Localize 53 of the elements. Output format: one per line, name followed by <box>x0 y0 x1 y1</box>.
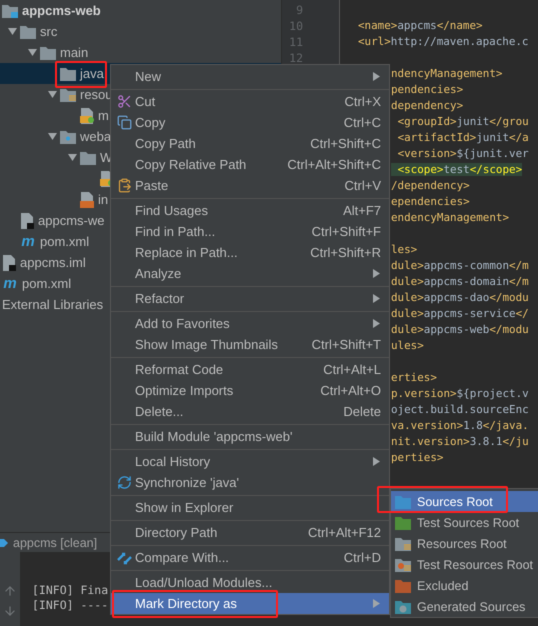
code-line: pendencies> <box>391 83 464 96</box>
code-line: dule>appcms-web</modu <box>391 323 529 336</box>
shortcut-label: Ctrl+Alt+O <box>320 383 381 398</box>
code-line: ndencyManagement> <box>391 67 502 80</box>
shortcut-label: Ctrl+D <box>344 550 381 565</box>
code-line: /dependency> <box>391 179 470 192</box>
code-line: dule>appcms-common</m <box>391 259 529 272</box>
code-line: oject.build.sourceEnc <box>391 403 529 416</box>
code-line: perties> <box>391 451 444 464</box>
code-line: dependency> <box>391 99 464 112</box>
tree-item-label: in <box>98 192 108 207</box>
maven-icon: m <box>20 234 36 250</box>
shortcut-label: Ctrl+C <box>344 115 381 130</box>
code-line: <groupId>junit</grou <box>396 115 529 128</box>
code-line: erties> <box>391 371 437 384</box>
tree-item-label: java <box>80 66 104 81</box>
tree-item-label: pom.xml <box>40 234 90 249</box>
tree-item-label: m <box>98 108 109 123</box>
shortcut-label: Alt+F7 <box>343 203 381 218</box>
shortcut-label: Ctrl+Alt+Shift+C <box>287 157 381 172</box>
code-line: endencyManagement> <box>391 211 510 224</box>
code-line: dule>appcms-dao</modu <box>391 291 529 304</box>
shortcut-label: Ctrl+X <box>344 94 381 109</box>
code-line: <version>${junit.ver <box>396 147 529 160</box>
code-line: <name>appcms</name> <box>358 19 483 32</box>
shortcut-label: Delete <box>343 404 381 419</box>
maven-icon: m <box>2 276 18 292</box>
tree-item-label: src <box>40 24 58 39</box>
shortcut-label: Ctrl+Shift+R <box>310 245 381 260</box>
tree-item-label: appcms.iml <box>20 255 86 270</box>
tree-item-label: pom.xml <box>22 276 72 291</box>
shortcut-label: Ctrl+Shift+T <box>312 337 381 352</box>
code-line: les> <box>391 243 418 256</box>
code-line: <url>http://maven.apache.c <box>358 35 528 48</box>
code-line: <artifactId>junit</a <box>396 131 529 144</box>
code-line: va.version>1.8</java. <box>391 419 529 432</box>
shortcut-label: Ctrl+Shift+C <box>310 136 381 151</box>
code-line: ules> <box>391 339 424 352</box>
code-line: p.version>${project.v <box>391 387 529 400</box>
shortcut-label: Ctrl+Alt+L <box>323 362 381 377</box>
tree-item-label: appcms-we <box>38 213 104 228</box>
shortcut-label: Ctrl+Alt+F12 <box>308 525 381 540</box>
code-line: dule>appcms-domain</m <box>391 275 529 288</box>
console-line: [INFO] Fina <box>32 583 108 598</box>
code-line: nit.version>3.8.1</ju <box>391 435 529 448</box>
tree-item-label: weba <box>80 129 112 144</box>
tree-item-label: appcms-web <box>22 3 101 18</box>
console-line: [INFO] ---- <box>32 598 108 613</box>
code-line: dule>appcms-service</ <box>391 307 529 320</box>
shortcut-label: Ctrl+V <box>344 178 381 193</box>
tree-item-label: main <box>60 45 88 60</box>
shortcut-label: Ctrl+Shift+F <box>312 224 381 239</box>
code-line: ependencies> <box>391 195 470 208</box>
